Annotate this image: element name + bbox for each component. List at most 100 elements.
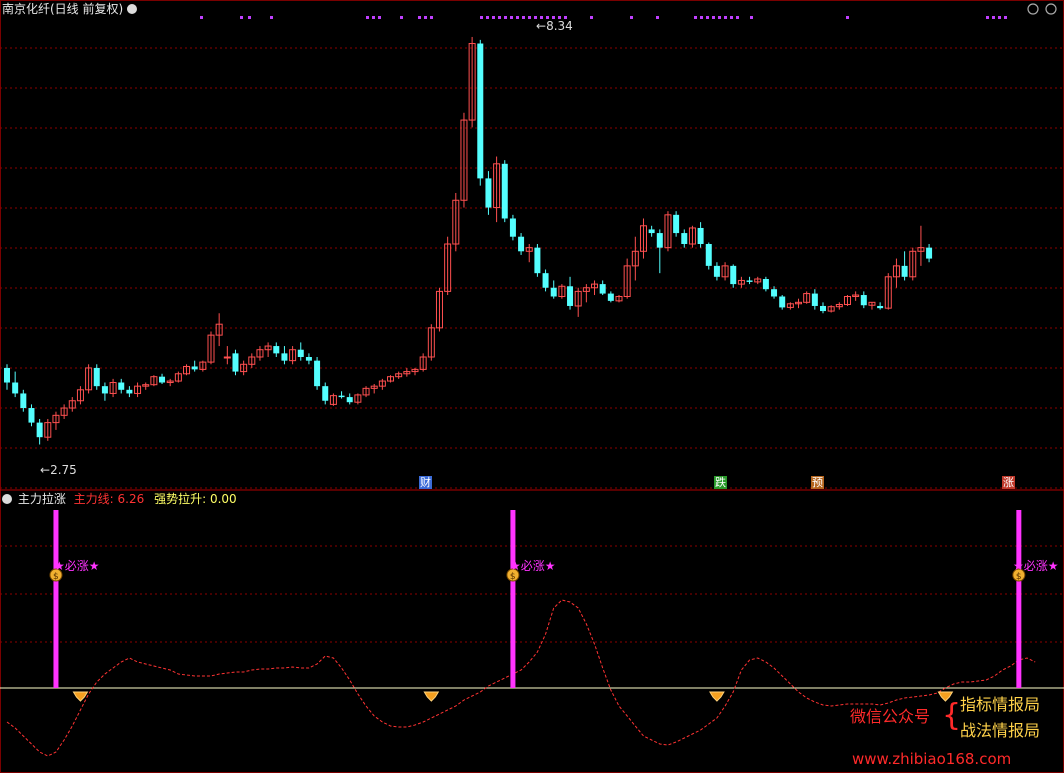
moneybag-icon-symbol: $	[510, 572, 516, 582]
top-signal-dot	[522, 16, 525, 19]
candlestick-chart[interactable]: $ $ $	[0, 0, 1064, 773]
candle-body-down	[542, 273, 549, 288]
candle-body-down	[36, 422, 43, 438]
top-signal-dot	[200, 16, 203, 19]
candle-body-down	[338, 395, 345, 398]
candle-body-down	[673, 214, 680, 234]
chart-title: 南京化纤(日线 前复权)	[2, 2, 139, 16]
candle-body-down	[273, 346, 280, 354]
top-signal-dot	[498, 16, 501, 19]
top-signal-dot	[736, 16, 739, 19]
top-signal-dot	[1004, 16, 1007, 19]
candle-body-down	[191, 366, 198, 370]
top-signal-dot	[366, 16, 369, 19]
top-signal-dot	[270, 16, 273, 19]
candle-body-down	[28, 408, 35, 423]
price-high-annotation: ←8.34	[536, 19, 573, 33]
main-line-value: 6.26	[117, 492, 145, 506]
candle-body-down	[746, 280, 753, 282]
watermark-brand-1: 指标情报局	[960, 695, 1041, 714]
candle-body-down	[534, 247, 541, 274]
dropdown-icon[interactable]	[127, 4, 138, 14]
top-signal-dot	[372, 16, 375, 19]
top-signal-dot	[706, 16, 709, 19]
minimize-icon	[1027, 3, 1039, 15]
candle-body-down	[730, 265, 737, 285]
candle-body-down	[518, 236, 525, 252]
top-signal-dot	[504, 16, 507, 19]
top-signal-dot	[730, 16, 733, 19]
candle-body-down	[485, 178, 492, 208]
price-low-annotation: ←2.75	[40, 463, 77, 477]
event-mark-cai[interactable]: 财	[419, 476, 432, 489]
moneybag-icon-symbol: $	[53, 572, 59, 582]
candle-body-down	[705, 244, 712, 266]
candle-body-down	[877, 305, 884, 309]
top-signal-dot	[712, 16, 715, 19]
top-signal-dot	[528, 16, 531, 19]
event-mark-yu[interactable]: 预	[811, 476, 824, 489]
top-signal-dot	[992, 16, 995, 19]
moneybag-icon-symbol: $	[1016, 572, 1022, 582]
candle-body-down	[681, 233, 688, 244]
candle-body-down	[314, 360, 321, 387]
candle-body-down	[4, 367, 10, 383]
event-mark-zhang[interactable]: 涨	[1002, 476, 1015, 489]
signal-label-1: ★必涨★	[54, 559, 100, 573]
candle-body-down	[346, 397, 353, 403]
candle-body-up	[223, 356, 231, 359]
candle-body-down	[281, 353, 288, 361]
indicator-header: 主力拉涨 主力线: 6.26 强势拉升: 0.00	[2, 492, 237, 506]
candle-body-down	[501, 163, 508, 219]
top-signal-dot	[846, 16, 849, 19]
candle-body-down	[771, 289, 778, 297]
top-signal-dot	[480, 16, 483, 19]
watermark-wechat: 微信公众号	[850, 707, 931, 726]
top-signal-dot	[248, 16, 251, 19]
watermark-brand-2: 战法情报局	[960, 721, 1041, 740]
candle-body-down	[509, 218, 516, 237]
candle-body-down	[126, 389, 133, 394]
top-signal-dot	[700, 16, 703, 19]
candle-body-down	[820, 305, 826, 312]
candle-body-down	[550, 287, 557, 297]
top-signal-dot	[724, 16, 727, 19]
candle-body-down	[297, 349, 304, 357]
candle-body-down	[926, 247, 933, 259]
candle-body-down	[477, 43, 484, 179]
candle-body-down	[567, 286, 574, 306]
top-signal-dot	[590, 16, 593, 19]
watermark-url: www.zhibiao168.com	[852, 750, 1012, 768]
candle-body-down	[656, 233, 663, 248]
top-signal-dot	[630, 16, 633, 19]
event-mark-die[interactable]: 跌	[714, 476, 727, 489]
candle-body-down	[648, 229, 655, 234]
top-signal-dot	[418, 16, 421, 19]
indicator-menu-icon[interactable]	[2, 494, 12, 504]
top-signal-dot	[424, 16, 427, 19]
candle-body-down	[159, 376, 166, 383]
signal-label-3: ★必涨★	[1013, 559, 1059, 573]
top-signal-dot	[240, 16, 243, 19]
candle-body-down	[901, 265, 908, 277]
candle-body-down	[762, 278, 769, 290]
candle-body-down	[811, 293, 818, 306]
candle-body-down	[322, 386, 329, 401]
close-icon	[1045, 3, 1057, 15]
top-signal-dot	[378, 16, 381, 19]
diamond-icon	[709, 691, 725, 702]
top-signal-dot	[400, 16, 403, 19]
candle-body-down	[118, 382, 125, 390]
signal-label-2: ★必涨★	[510, 559, 556, 573]
candle-body-down	[713, 265, 720, 277]
top-signal-dot	[656, 16, 659, 19]
top-signal-dot	[986, 16, 989, 19]
candle-body-down	[599, 284, 606, 294]
top-signal-dot	[998, 16, 1001, 19]
candle-body-down	[305, 357, 312, 361]
top-signal-dot	[510, 16, 513, 19]
indicator-name: 主力拉涨	[17, 492, 66, 506]
top-signal-dot	[694, 16, 697, 19]
signal-bar	[1016, 510, 1022, 688]
top-signal-dot	[750, 16, 753, 19]
